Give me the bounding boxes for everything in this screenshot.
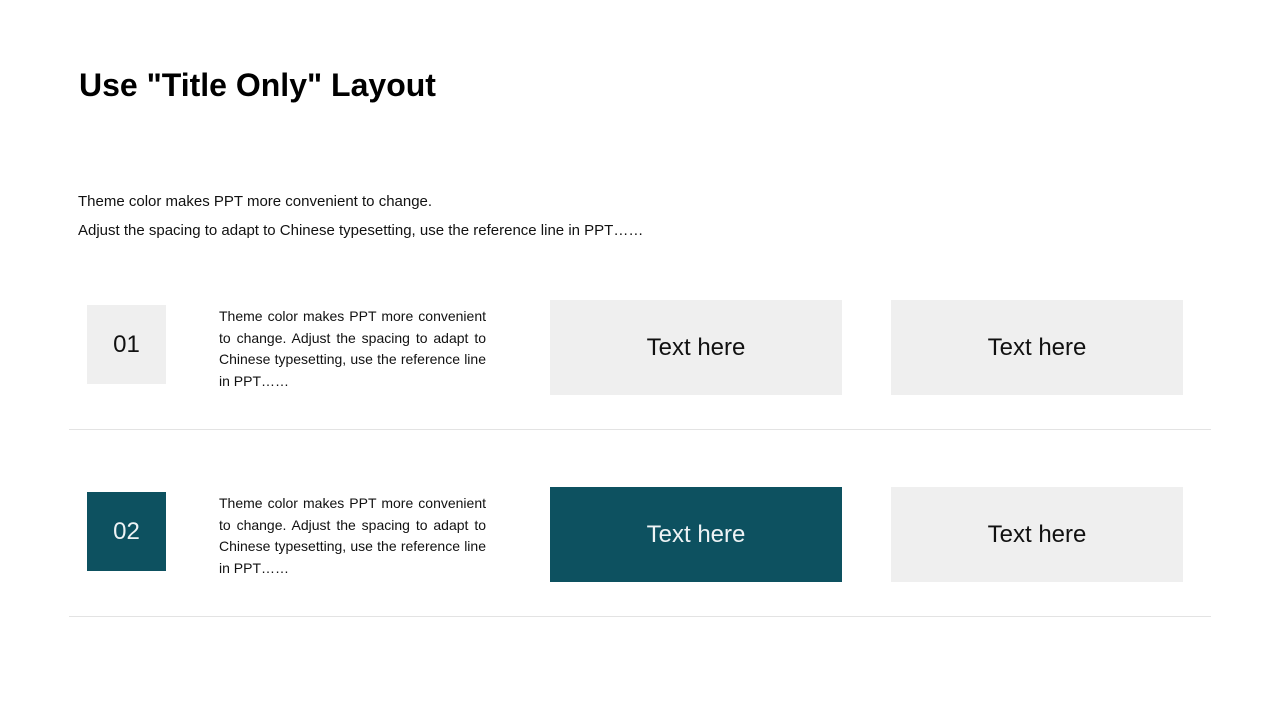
intro-text: Theme color makes PPT more convenient to… <box>78 187 643 245</box>
number-badge: 01 <box>87 305 166 384</box>
row-description: Theme color makes PPT more convenient to… <box>219 495 486 576</box>
number-badge-highlighted: 02 <box>87 492 166 571</box>
slide-title: Use "Title Only" Layout <box>79 67 436 103</box>
list-row-02: 02 Theme color makes PPT more convenient… <box>0 477 1280 617</box>
row-divider <box>69 429 1211 430</box>
text-card-highlighted: Text here <box>550 487 842 582</box>
row-description: Theme color makes PPT more convenient to… <box>219 308 486 389</box>
text-card: Text here <box>891 300 1183 395</box>
text-card: Text here <box>891 487 1183 582</box>
list-row-01: 01 Theme color makes PPT more convenient… <box>0 290 1280 430</box>
intro-line: Adjust the spacing to adapt to Chinese t… <box>78 222 644 239</box>
text-card: Text here <box>550 300 842 395</box>
row-divider <box>69 616 1211 617</box>
intro-line: Theme color makes PPT more convenient to… <box>78 193 433 210</box>
